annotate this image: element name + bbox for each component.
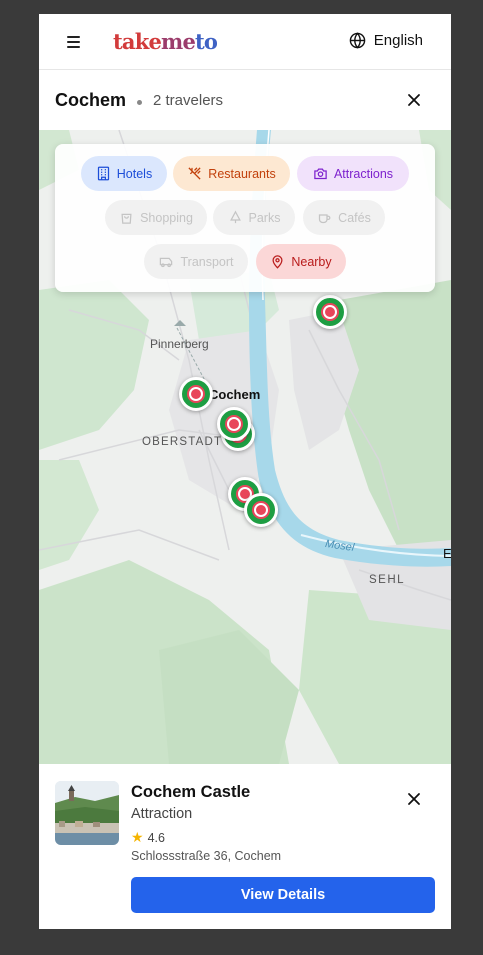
view-details-button[interactable]: View Details bbox=[131, 877, 435, 913]
place-address: Schlossstraße 36, Cochem bbox=[131, 849, 282, 863]
separator-dot bbox=[137, 100, 142, 105]
trip-bar: Cochem 2 travelers bbox=[39, 71, 451, 130]
map-marker[interactable] bbox=[313, 295, 347, 329]
shopping-bag-icon bbox=[121, 213, 132, 224]
map-label-sehl: SEHL bbox=[369, 574, 406, 586]
trip-city: Cochem bbox=[55, 90, 127, 110]
target-icon bbox=[323, 305, 337, 319]
filter-label: Transport bbox=[180, 254, 234, 269]
rating-value: 4.6 bbox=[147, 830, 165, 845]
filter-transport[interactable]: Transport bbox=[144, 244, 248, 279]
place-rating: ★ 4.6 bbox=[131, 829, 165, 846]
filter-label: Restaurants bbox=[208, 166, 276, 181]
target-icon bbox=[254, 503, 268, 517]
map-label-edge: E bbox=[443, 546, 451, 561]
utensils-icon bbox=[188, 167, 201, 180]
target-icon bbox=[227, 417, 241, 431]
place-type: Attraction bbox=[131, 806, 193, 822]
map-pin-icon bbox=[272, 255, 283, 269]
language-label: English bbox=[373, 32, 423, 49]
globe-icon bbox=[349, 32, 366, 49]
map-marker[interactable] bbox=[244, 493, 278, 527]
filter-label: Attractions bbox=[333, 166, 394, 181]
category-filter-panel: Hotels Restaurants Attractions Shopping … bbox=[55, 144, 435, 292]
place-name: Cochem Castle bbox=[131, 783, 251, 801]
map-label-pinnerberg: Pinnerberg bbox=[150, 337, 209, 351]
app-frame: takemeto English Cochem 2 travelers Pinn… bbox=[39, 14, 451, 929]
star-icon: ★ bbox=[131, 829, 144, 845]
takemeto-logo[interactable]: takemeto bbox=[113, 29, 218, 54]
logo-part-to: to bbox=[195, 29, 218, 54]
language-selector[interactable]: English bbox=[349, 32, 423, 49]
hamburger-menu-icon[interactable] bbox=[67, 36, 81, 48]
logo-part-take: take bbox=[113, 29, 162, 54]
filter-nearby[interactable]: Nearby bbox=[256, 244, 346, 279]
filter-parks[interactable]: Parks bbox=[213, 200, 295, 235]
filter-label: Parks bbox=[248, 210, 281, 225]
filter-label: Cafés bbox=[338, 210, 371, 225]
target-icon bbox=[189, 387, 203, 401]
place-thumbnail bbox=[55, 781, 119, 845]
filter-cafes[interactable]: Cafés bbox=[303, 200, 385, 235]
coffee-icon bbox=[319, 214, 331, 224]
map-marker[interactable] bbox=[217, 407, 251, 441]
filter-hotels[interactable]: Hotels bbox=[81, 156, 167, 191]
filter-label: Nearby bbox=[291, 254, 332, 269]
map-view[interactable]: Pinnerberg Cochem OBERSTADT Mosel SEHL E… bbox=[39, 130, 451, 764]
map-label-oberstadt: OBERSTADT bbox=[142, 436, 223, 448]
traveler-count: 2 travelers bbox=[153, 92, 224, 109]
filter-attractions[interactable]: Attractions bbox=[297, 156, 409, 191]
filter-label: Shopping bbox=[140, 210, 193, 225]
filter-label: Hotels bbox=[116, 166, 153, 181]
bus-icon bbox=[160, 257, 173, 268]
logo-part-me: me bbox=[161, 29, 196, 54]
close-card-icon[interactable] bbox=[407, 792, 421, 806]
place-card: Cochem Castle Attraction ★ 4.6 Schlossst… bbox=[39, 764, 451, 929]
filter-restaurants[interactable]: Restaurants bbox=[173, 156, 290, 191]
map-label-cochem: Cochem bbox=[209, 387, 261, 402]
map-marker[interactable] bbox=[179, 377, 213, 411]
tree-icon bbox=[229, 210, 241, 224]
top-header: takemeto English bbox=[39, 14, 451, 70]
building-icon bbox=[97, 166, 109, 181]
close-trip-icon[interactable] bbox=[407, 93, 421, 107]
camera-icon bbox=[314, 168, 327, 180]
filter-shopping[interactable]: Shopping bbox=[105, 200, 207, 235]
